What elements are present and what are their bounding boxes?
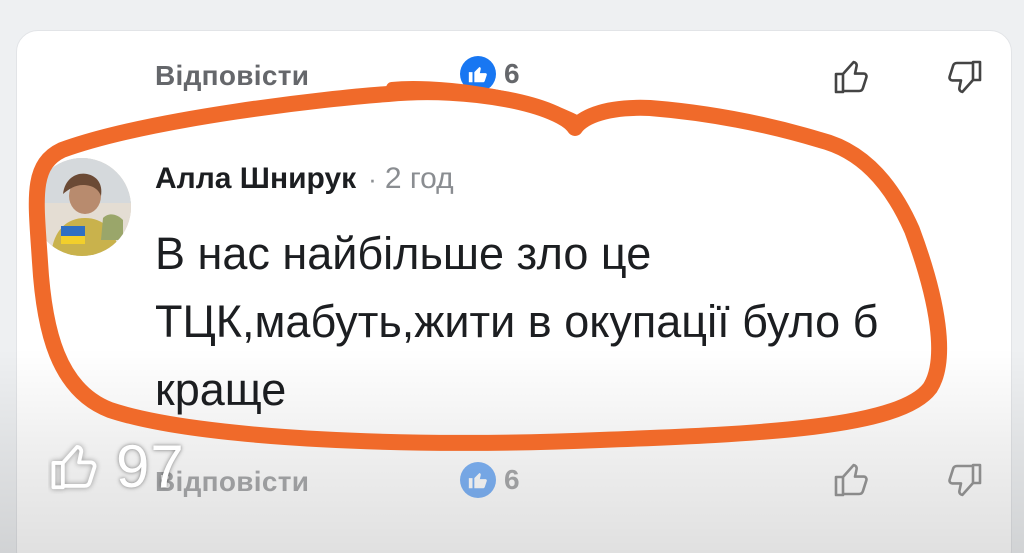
like-reaction[interactable]: 6 xyxy=(460,56,520,92)
avatar[interactable] xyxy=(33,158,131,256)
thumbs-up-outline-icon[interactable] xyxy=(832,57,872,97)
like-count: 6 xyxy=(504,58,520,89)
thumbs-up-icon xyxy=(460,56,496,92)
overlay-reaction-count: 97 xyxy=(116,433,185,500)
timestamp[interactable]: 2 год xyxy=(385,162,454,196)
thumbs-up-outline-icon xyxy=(51,444,97,489)
comment-header: Алла Шнирук · 2 год xyxy=(155,162,454,196)
author-name[interactable]: Алла Шнирук xyxy=(155,162,356,196)
thumbs-up-outline-icon[interactable] xyxy=(832,460,872,500)
thumbs-down-outline-icon[interactable] xyxy=(944,460,984,500)
reply-button[interactable]: Відповісти xyxy=(155,60,309,92)
like-count: 6 xyxy=(504,464,520,495)
like-reaction[interactable]: 6 xyxy=(460,462,520,498)
previous-comment-actions: Відповісти 6 xyxy=(0,52,1024,102)
screenshot: Відповісти 6 Алла Шнирук · 2 год В нас н… xyxy=(0,0,1024,553)
overlay-reactions[interactable]: 97 xyxy=(48,432,185,501)
thumbs-down-outline-icon[interactable] xyxy=(944,57,984,97)
meta-separator: · xyxy=(368,164,377,194)
thumbs-up-icon xyxy=(460,462,496,498)
comment-text: В нас найбільше зло це ТЦК,мабуть,жити в… xyxy=(155,228,879,415)
